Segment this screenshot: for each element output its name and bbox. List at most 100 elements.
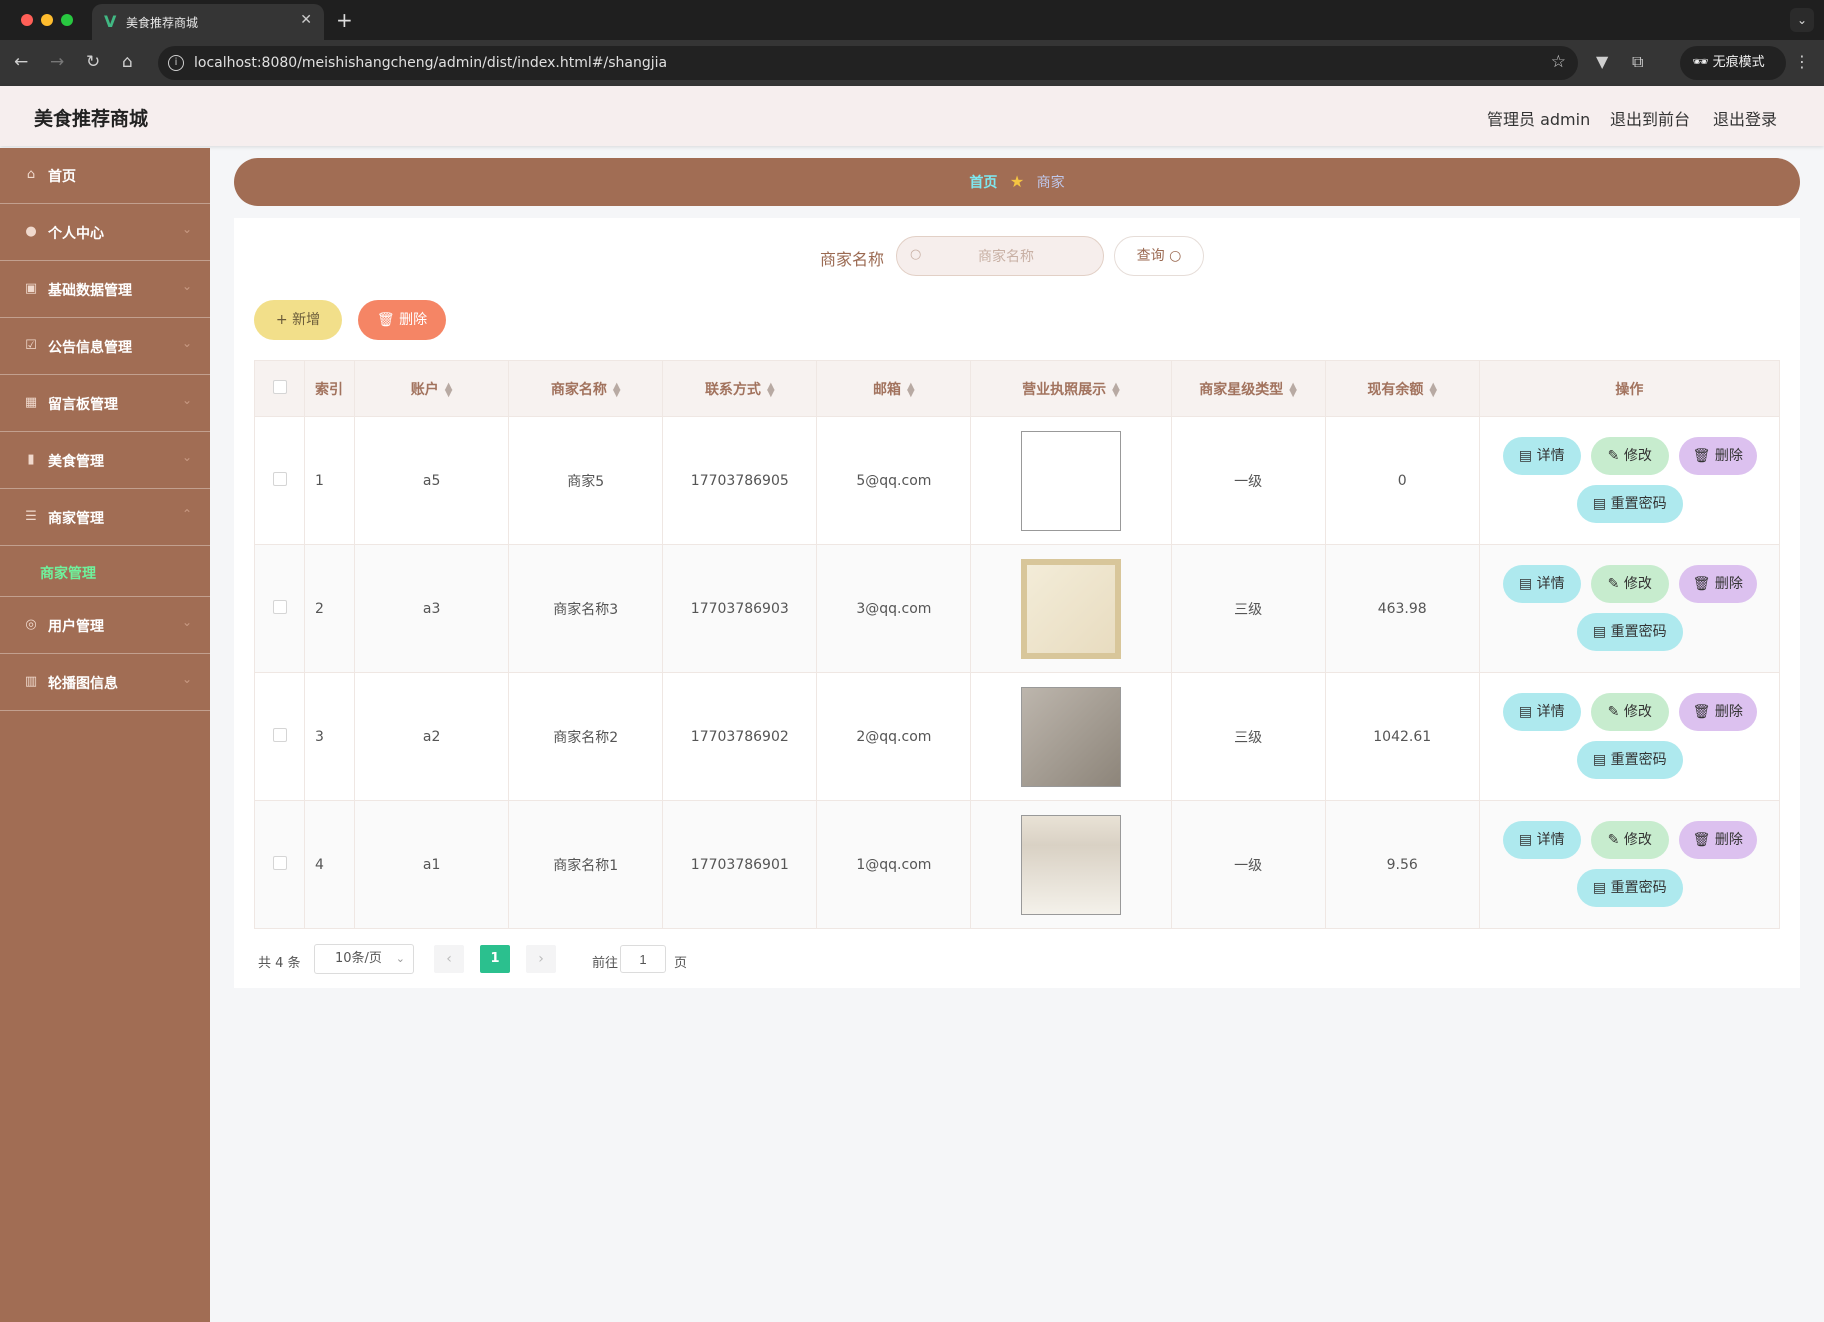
vue-logo-icon: V [104, 12, 117, 31]
select-all-checkbox[interactable] [272, 379, 287, 394]
vue-devtools-icon[interactable]: ▼ [1596, 52, 1608, 71]
reset-password-button[interactable]: ▤ 重置密码 [1576, 485, 1683, 523]
edit-button[interactable]: ✎ 修改 [1590, 693, 1669, 731]
sidebar-item-notices[interactable]: ☑ 公告信息管理 ⌄ [0, 319, 210, 375]
sidebar-item-profile[interactable]: ● 个人中心 ⌄ [0, 205, 210, 261]
site-info-icon[interactable]: i [168, 55, 184, 71]
detail-button[interactable]: ▤ 详情 [1502, 693, 1581, 731]
col-balance[interactable]: 现有余额 ▲ ▼ [1324, 360, 1480, 417]
table-row: 1 a5 商家5 17703786905 5@qq.com 一级 0 ▤ 详情 … [253, 416, 1781, 545]
breadcrumb-home[interactable]: 首页 [969, 175, 997, 191]
delete-button[interactable]: 🗑 删除 [1678, 565, 1757, 603]
incognito-label: 无痕模式 [1712, 55, 1765, 70]
row-checkbox[interactable] [272, 727, 287, 742]
merchant-table: 索引 账户 ▲ ▼ 商家名称 ▲ ▼ 联系方式 ▲ ▼ 邮箱 ▲ ▼ 营业执照展示 ▲ ▼ 商家星级… [253, 360, 1781, 929]
chevron-down-icon: ⌄ [181, 450, 192, 464]
page-size-value: 10条/页 [335, 951, 382, 966]
logout-link[interactable]: 退出登录 [1713, 106, 1777, 130]
col-level[interactable]: 商家星级类型 ▲ ▼ [1170, 360, 1326, 417]
next-page-button[interactable]: › [526, 945, 556, 973]
row-checkbox[interactable] [272, 599, 287, 614]
license-image[interactable] [1021, 814, 1121, 915]
col-level-label: 商家星级类型 [1199, 381, 1284, 398]
row-select-cell [253, 800, 306, 929]
sort-icon[interactable]: ▲ ▼ [445, 381, 453, 398]
sidebar-item-basic-data[interactable]: ▣ 基础数据管理 ⌄ [0, 262, 210, 318]
col-account[interactable]: 账户 ▲ ▼ [354, 360, 510, 417]
tab-search-icon[interactable]: ⌄ [1790, 8, 1814, 32]
address-bar[interactable]: i localhost:8080/meishishangcheng/admin/… [158, 46, 1578, 80]
detail-button[interactable]: ▤ 详情 [1502, 437, 1581, 475]
minimize-window-icon[interactable] [41, 14, 53, 26]
forward-icon[interactable]: → [50, 52, 64, 72]
edit-label: 修改 [1623, 704, 1652, 720]
license-image[interactable] [1021, 558, 1121, 659]
edit-button[interactable]: ✎ 修改 [1590, 565, 1669, 603]
col-name[interactable]: 商家名称 ▲ ▼ [508, 360, 664, 417]
delete-button[interactable]: 🗑 删除 [1678, 693, 1757, 731]
cell-email: 3@qq.com [816, 544, 972, 673]
add-button[interactable]: + 新增 [254, 300, 342, 340]
incognito-badge[interactable]: 🕶 无痕模式 [1680, 46, 1786, 80]
detail-button[interactable]: ▤ 详情 [1502, 565, 1581, 603]
sidebar-subitem-merchant-management[interactable]: 商家管理 [0, 547, 210, 597]
sidebar-item-merchants[interactable]: ☰ 商家管理 ⌃ [0, 490, 210, 546]
extensions-icon[interactable]: ⧉ [1632, 52, 1643, 72]
delete-button[interactable]: 🗑 删除 [1678, 821, 1757, 859]
search-input[interactable] [896, 236, 1104, 276]
reload-icon[interactable]: ↻ [86, 52, 100, 72]
home-browser-icon[interactable]: ⌂ [122, 52, 133, 72]
row-select-cell [253, 544, 306, 673]
col-license[interactable]: 营业执照展示 ▲ ▼ [970, 360, 1172, 417]
reset-password-button[interactable]: ▤ 重置密码 [1576, 741, 1683, 779]
url-text: localhost:8080/meishishangcheng/admin/di… [194, 55, 668, 71]
new-tab-icon[interactable]: + [336, 8, 353, 32]
back-icon[interactable]: ← [14, 52, 28, 72]
reset-label: 重置密码 [1610, 752, 1667, 768]
sort-icon[interactable]: ▲ ▼ [613, 381, 621, 398]
sort-icon[interactable]: ▲ ▼ [1112, 381, 1120, 398]
goto-page-input[interactable] [620, 945, 666, 973]
edit-button[interactable]: ✎ 修改 [1590, 437, 1669, 475]
reset-password-button[interactable]: ▤ 重置密码 [1576, 869, 1683, 907]
sidebar-item-messages[interactable]: ▦ 留言板管理 ⌄ [0, 376, 210, 432]
edit-button[interactable]: ✎ 修改 [1590, 821, 1669, 859]
col-phone[interactable]: 联系方式 ▲ ▼ [662, 360, 818, 417]
row-select-cell [253, 672, 306, 801]
sort-icon[interactable]: ▲ ▼ [767, 381, 775, 398]
row-checkbox[interactable] [272, 471, 287, 486]
sidebar-item-food[interactable]: ▮ 美食管理 ⌄ [0, 433, 210, 489]
frontend-link[interactable]: 退出到前台 [1610, 106, 1690, 130]
row-checkbox[interactable] [272, 855, 287, 870]
sidebar-item-users[interactable]: ◎ 用户管理 ⌄ [0, 598, 210, 654]
reset-password-button[interactable]: ▤ 重置密码 [1576, 613, 1683, 651]
delete-button[interactable]: 🗑 删除 [1678, 437, 1757, 475]
chevron-down-icon: ⌄ [181, 279, 192, 293]
sort-icon[interactable]: ▲ ▼ [907, 381, 915, 398]
sort-icon[interactable]: ▲ ▼ [1429, 381, 1437, 398]
close-window-icon[interactable] [21, 14, 33, 26]
current-page-button[interactable]: 1 [480, 945, 510, 973]
batch-delete-button[interactable]: 🗑 删除 [358, 300, 446, 340]
license-image[interactable] [1021, 686, 1121, 787]
prev-page-button[interactable]: ‹ [434, 945, 464, 973]
bookmark-star-icon[interactable]: ☆ [1551, 52, 1566, 72]
sidebar-item-label: 基础数据管理 [48, 283, 132, 299]
page-size-select[interactable]: 10条/页 ⌄ [314, 944, 414, 974]
tab-close-icon[interactable]: ✕ [300, 12, 312, 28]
query-button[interactable]: 查询 ○ [1114, 236, 1204, 276]
sidebar-item-home[interactable]: ⌂ 首页 [0, 148, 210, 204]
sort-icon[interactable]: ▲ ▼ [1289, 381, 1297, 398]
sidebar-item-carousel[interactable]: ▥ 轮播图信息 ⌄ [0, 655, 210, 711]
submenu-label: 商家管理 [40, 566, 96, 582]
col-email[interactable]: 邮箱 ▲ ▼ [816, 360, 972, 417]
search-icon: ○ [1169, 248, 1182, 264]
browser-tab[interactable]: V 美食推荐商城 ✕ [92, 4, 324, 40]
detail-label: 详情 [1536, 832, 1565, 848]
browser-menu-icon[interactable]: ⋮ [1794, 52, 1810, 71]
cell-level: 一级 [1170, 800, 1326, 929]
cell-index: 1 [304, 416, 356, 545]
zoom-window-icon[interactable] [61, 14, 73, 26]
detail-button[interactable]: ▤ 详情 [1502, 821, 1581, 859]
license-image[interactable] [1021, 430, 1121, 531]
